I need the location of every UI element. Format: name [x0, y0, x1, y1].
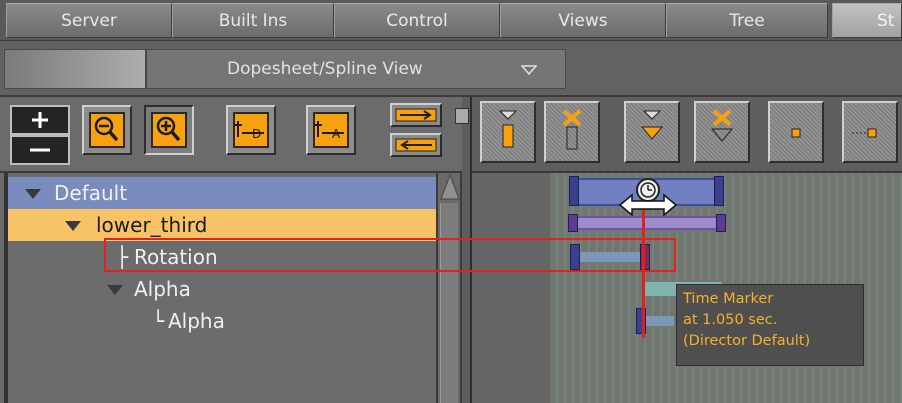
scrollbar-thumb[interactable]	[440, 203, 458, 403]
add-action-icon: A	[314, 121, 344, 141]
key-insert-all-button[interactable]	[624, 101, 680, 163]
tab-label: Tree	[729, 11, 765, 31]
tab-label: Views	[558, 11, 608, 31]
key-delete-button[interactable]	[544, 101, 600, 163]
tab-tree[interactable]: Tree	[666, 3, 828, 38]
header-gradient-panel	[4, 49, 146, 89]
collapse-tracks-button[interactable]	[390, 133, 442, 157]
time-marker-tooltip: Time Marker at 1.050 sec. (Director Defa…	[676, 284, 864, 366]
zoom-out-button[interactable]	[82, 105, 132, 155]
container-track-bar[interactable]	[570, 216, 724, 230]
tree-row-default[interactable]: Default	[8, 177, 436, 209]
rotation-annotation-box	[104, 238, 676, 272]
tab-label: Server	[61, 11, 117, 31]
timeline-pre-range	[472, 173, 550, 403]
key-insert-icon	[498, 110, 518, 148]
chevron-down-icon	[521, 65, 537, 76]
expand-button[interactable]	[10, 105, 70, 135]
tree-connector: └	[152, 309, 165, 333]
tree-row-lower-third[interactable]: lower_third	[8, 209, 436, 241]
add-director-button[interactable]: D	[226, 105, 276, 155]
tab-built-ins[interactable]: Built Ins	[172, 3, 334, 38]
tooltip-time: at 1.050 sec.	[683, 312, 778, 328]
svg-text:A: A	[332, 127, 341, 141]
tree-toolbar: D A	[0, 97, 470, 173]
plus-icon	[32, 112, 48, 128]
keyframe-toolbar	[472, 97, 902, 173]
tab-server[interactable]: Server	[6, 3, 172, 38]
expand-tracks-button[interactable]	[390, 103, 442, 127]
zoom-out-icon	[94, 116, 119, 142]
expand-triangle-icon[interactable]	[24, 187, 42, 201]
svg-text:D: D	[252, 127, 261, 141]
tree-row-alpha-container[interactable]: Alpha	[8, 273, 436, 305]
tree-row-alpha-channel[interactable]: └ Alpha	[8, 305, 436, 337]
tree-label: Default	[54, 181, 128, 205]
tooltip-title: Time Marker	[683, 291, 774, 307]
track-start-handle[interactable]	[569, 176, 579, 206]
tab-label: St	[877, 11, 895, 31]
editor-header: Dopesheet/Spline View	[0, 41, 902, 97]
zoom-in-button[interactable]	[144, 105, 194, 155]
select-key-button[interactable]	[768, 101, 824, 163]
zoom-in-icon	[156, 116, 181, 142]
move-key-icon	[852, 128, 877, 138]
minus-icon	[30, 148, 50, 152]
tab-label: Control	[386, 11, 448, 31]
collapse-button[interactable]	[10, 135, 70, 165]
expand-triangle-icon[interactable]	[106, 283, 124, 297]
splitter-handle[interactable]	[455, 108, 469, 124]
add-director-icon: D	[234, 121, 264, 141]
tab-stage[interactable]: St	[832, 3, 902, 38]
key-delete-icon	[562, 109, 582, 150]
select-key-icon	[791, 128, 801, 138]
key-delete-all-icon	[710, 109, 734, 142]
horizontal-drag-cursor-icon	[618, 193, 678, 217]
animation-tree: Default lower_third ├ Rotation Alpha └ A…	[0, 173, 436, 403]
track-end-handle[interactable]	[716, 214, 726, 232]
arrow-left-icon	[395, 138, 437, 152]
view-selector-dropdown[interactable]: Dopesheet/Spline View	[146, 49, 566, 89]
tooltip-director: (Director Default)	[683, 333, 811, 349]
key-insert-all-icon	[640, 110, 664, 140]
add-action-button[interactable]: A	[306, 105, 356, 155]
track-end-handle[interactable]	[714, 176, 724, 206]
tab-views[interactable]: Views	[500, 3, 666, 38]
tab-control[interactable]: Control	[334, 3, 500, 38]
tree-label: Alpha	[134, 277, 191, 301]
tab-label: Built Ins	[218, 11, 288, 31]
scroll-up-icon[interactable]	[440, 173, 460, 203]
tree-left-border	[4, 173, 8, 403]
main-tab-bar: Server Built Ins Control Views Tree St	[0, 0, 902, 41]
view-selector-label: Dopesheet/Spline View	[227, 59, 423, 79]
key-insert-button[interactable]	[480, 101, 536, 163]
arrow-right-icon	[395, 108, 437, 122]
tree-scrollbar[interactable]	[436, 173, 462, 403]
tree-label: Alpha	[168, 309, 225, 333]
expand-triangle-icon[interactable]	[64, 219, 82, 233]
track-start-handle[interactable]	[568, 214, 578, 232]
key-delete-all-button[interactable]	[694, 101, 750, 163]
tree-label: lower_third	[96, 213, 208, 237]
move-key-button[interactable]	[842, 101, 898, 163]
